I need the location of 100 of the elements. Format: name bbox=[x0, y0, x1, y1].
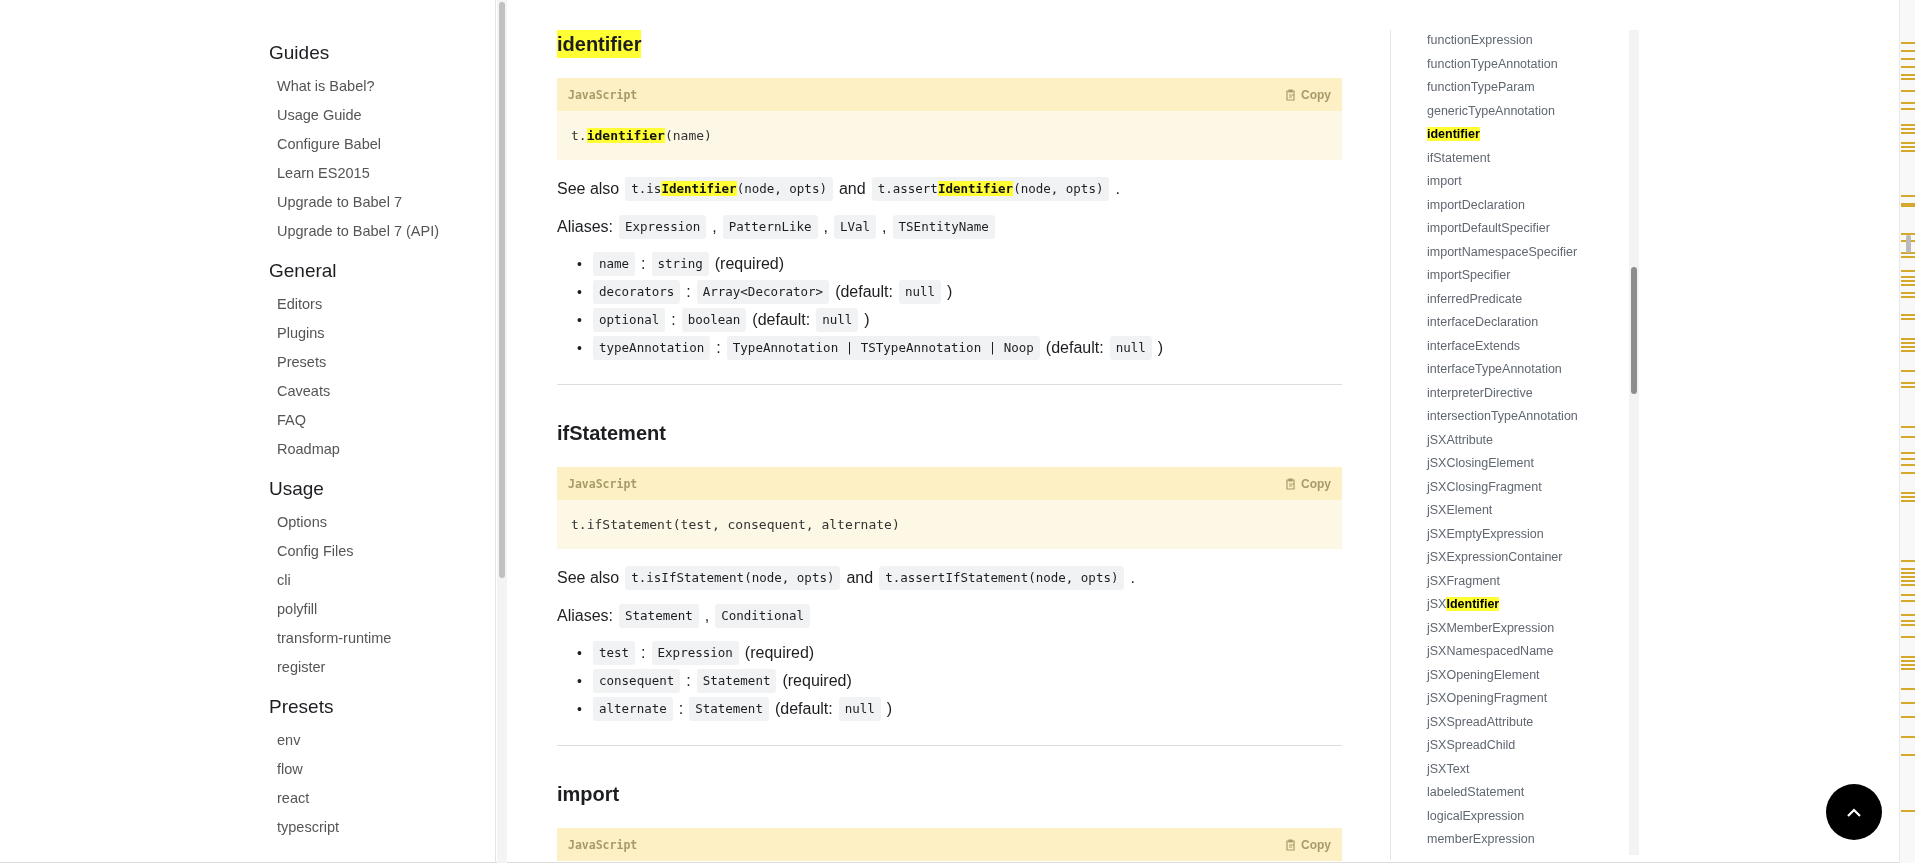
toc-link[interactable]: jSXOpeningFragment bbox=[1427, 688, 1548, 708]
section-heading: ifStatement bbox=[557, 421, 666, 446]
sidebar-link[interactable]: What is Babel? bbox=[269, 72, 495, 101]
toc-link[interactable]: inferredPredicate bbox=[1427, 288, 1523, 309]
sidebar-link[interactable]: env bbox=[269, 726, 495, 755]
toc-link[interactable]: importSpecifier bbox=[1427, 265, 1511, 285]
sidebar-link[interactable]: flow bbox=[269, 755, 495, 784]
scrollbar[interactable] bbox=[497, 0, 507, 863]
sidebar-link[interactable]: Presets bbox=[269, 348, 495, 377]
sidebar-link[interactable]: react bbox=[269, 784, 495, 813]
toc-link[interactable]: jSXSpreadChild bbox=[1427, 735, 1516, 755]
toc-link[interactable]: jSXExpressionContainer bbox=[1427, 547, 1563, 567]
inline-code: test bbox=[593, 641, 636, 665]
toc-link[interactable]: importNamespaceSpecifier bbox=[1427, 241, 1578, 262]
text: : bbox=[678, 699, 684, 719]
toc-link[interactable]: jSXAttribute bbox=[1427, 429, 1493, 450]
sidebar-link[interactable]: Upgrade to Babel 7 bbox=[269, 188, 495, 217]
sidebar-link[interactable]: Configure Babel bbox=[269, 130, 495, 159]
chevron-up-icon bbox=[1847, 807, 1861, 817]
bullet: • bbox=[577, 311, 583, 330]
text: ) bbox=[864, 310, 870, 330]
toc-link[interactable]: jSXNamespacedName bbox=[1427, 641, 1554, 661]
toc-link[interactable]: memberExpression bbox=[1427, 829, 1535, 849]
inline-code: null bbox=[816, 308, 859, 332]
sidebar-link[interactable]: FAQ bbox=[269, 406, 495, 435]
toc-link[interactable]: jSXOpeningElement bbox=[1427, 664, 1540, 685]
sidebar-link[interactable]: Usage Guide bbox=[269, 101, 495, 130]
toc-link[interactable]: jSXClosingElement bbox=[1427, 453, 1534, 473]
toc-link[interactable]: importDefaultSpecifier bbox=[1427, 218, 1550, 238]
inline-code: null bbox=[898, 280, 942, 304]
inline-code: typeAnnotation bbox=[593, 336, 711, 360]
clipboard-icon bbox=[1285, 477, 1296, 490]
toc-link[interactable]: genericTypeAnnotation bbox=[1427, 100, 1555, 121]
inline-code: TypeAnnotation | TSTypeAnnotation | Noop bbox=[726, 336, 1040, 360]
inline-code: alternate bbox=[593, 697, 673, 721]
inline-code: Array<Decorator> bbox=[696, 280, 830, 304]
sidebar-link[interactable]: transform-runtime bbox=[269, 624, 495, 653]
text: , bbox=[823, 217, 828, 237]
toc-link[interactable]: identifier bbox=[1427, 127, 1480, 141]
toc-link[interactable]: importDeclaration bbox=[1427, 194, 1525, 215]
sidebar-link[interactable]: polyfill bbox=[269, 595, 495, 624]
inline-code: t.isIfStatement(node, opts) bbox=[625, 566, 841, 590]
inline-code: Statement bbox=[689, 697, 769, 721]
text: (default: bbox=[752, 310, 811, 330]
scrollbar[interactable] bbox=[1629, 30, 1639, 855]
sidebar-link[interactable]: Caveats bbox=[269, 377, 495, 406]
toc-link[interactable]: import bbox=[1427, 171, 1462, 191]
text: See also bbox=[557, 179, 620, 199]
sidebar-link[interactable]: cli bbox=[269, 566, 495, 595]
text: (default: bbox=[774, 699, 833, 719]
toc-link[interactable]: interfaceExtends bbox=[1427, 335, 1521, 356]
sidebar-link[interactable]: Upgrade to Babel 7 (API) bbox=[269, 217, 495, 246]
toc-link[interactable]: interfaceDeclaration bbox=[1427, 312, 1539, 332]
sidebar-link[interactable]: Options bbox=[269, 508, 495, 537]
sidebar-link[interactable]: Roadmap bbox=[269, 435, 495, 464]
toc-link[interactable]: jSXMemberExpression bbox=[1427, 617, 1555, 638]
toc-link[interactable]: functionExpression bbox=[1427, 30, 1533, 50]
inline-code: t.assertIdentifier(node, opts) bbox=[871, 177, 1110, 201]
sidebar-link[interactable]: register bbox=[269, 653, 495, 682]
toc-link[interactable]: functionTypeParam bbox=[1427, 77, 1535, 97]
toc-link[interactable]: interpreterDirective bbox=[1427, 382, 1533, 403]
text: (required) bbox=[714, 254, 785, 274]
text: Aliases: bbox=[557, 606, 614, 626]
toc-link[interactable]: jSXElement bbox=[1427, 500, 1493, 520]
sidebar-link[interactable]: Plugins bbox=[269, 319, 495, 348]
sidebar-heading: Presets bbox=[269, 695, 335, 719]
text: and bbox=[838, 179, 866, 199]
sidebar-link[interactable]: Learn ES2015 bbox=[269, 159, 495, 188]
inline-code: decorators bbox=[593, 280, 681, 304]
bullet: • bbox=[577, 672, 583, 691]
inline-code: Statement bbox=[696, 669, 777, 693]
inline-code: name bbox=[593, 252, 636, 276]
inline-code: t.isIdentifier(node, opts) bbox=[625, 177, 833, 201]
text: . bbox=[1130, 568, 1135, 588]
toc-link[interactable]: ifStatement bbox=[1427, 147, 1491, 168]
sidebar-link[interactable]: Config Files bbox=[269, 537, 495, 566]
text: (default: bbox=[1045, 338, 1104, 358]
inline-code: Expression bbox=[651, 641, 739, 665]
sidebar-link[interactable]: Editors bbox=[269, 290, 495, 319]
scroll-to-top-button[interactable] bbox=[1826, 784, 1882, 840]
code-block: t.ifStatement(test, consequent, alternate) bbox=[557, 500, 1342, 549]
sidebar-link[interactable]: typescript bbox=[269, 813, 495, 842]
toc-link[interactable]: functionTypeAnnotation bbox=[1427, 53, 1558, 74]
toc-link[interactable]: jSXText bbox=[1427, 758, 1470, 779]
toc-link[interactable]: labeledStatement bbox=[1427, 782, 1525, 802]
toc-link[interactable]: jSXEmptyExpression bbox=[1427, 523, 1544, 544]
toc-link[interactable]: interfaceTypeAnnotation bbox=[1427, 359, 1562, 379]
toc-link[interactable]: jSXSpreadAttribute bbox=[1427, 711, 1534, 732]
clipboard-icon bbox=[1285, 838, 1296, 851]
inline-code: optional bbox=[593, 308, 666, 332]
code-language: JavaScript bbox=[568, 87, 638, 102]
toc-link[interactable]: jSXFragment bbox=[1427, 570, 1500, 591]
sidebar-heading: Usage bbox=[269, 477, 325, 501]
toc-link[interactable]: intersectionTypeAnnotation bbox=[1427, 406, 1578, 426]
inline-code: t.assertIfStatement(node, opts) bbox=[879, 566, 1125, 590]
sidebar-heading: General bbox=[269, 259, 338, 283]
toc-link[interactable]: jSXClosingFragment bbox=[1427, 476, 1542, 497]
toc-link[interactable]: logicalExpression bbox=[1427, 805, 1525, 826]
bullet: • bbox=[577, 700, 583, 719]
text: . bbox=[1115, 179, 1120, 199]
